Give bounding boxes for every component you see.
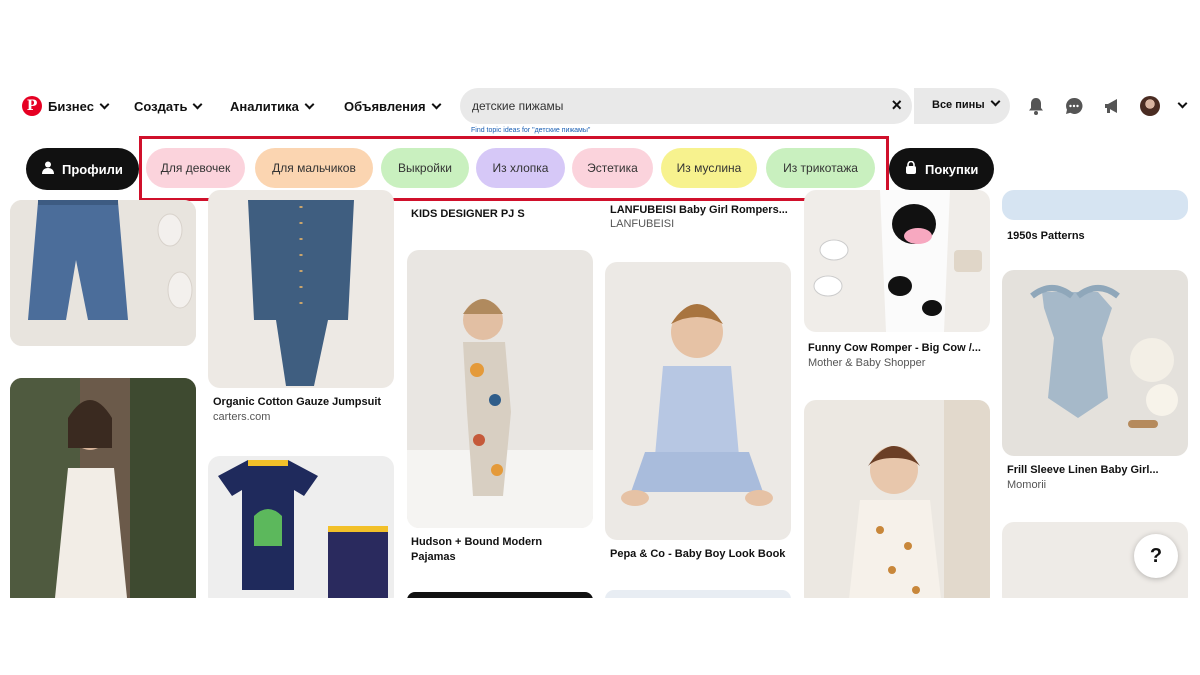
shopping-bag-icon (905, 160, 917, 177)
megaphone-icon[interactable] (1102, 96, 1122, 116)
nav-analytics-label: Аналитика (230, 99, 299, 114)
pin-partial[interactable] (605, 590, 791, 598)
jumpsuit-image (208, 190, 394, 388)
pin-pepa-co[interactable] (605, 262, 791, 540)
pin-cow-romper[interactable] (804, 190, 990, 332)
nav-create-label: Создать (134, 99, 188, 114)
chevron-down-icon (193, 99, 203, 110)
pin-dino-pajamas[interactable] (208, 456, 394, 598)
pin-title[interactable]: Pepa & Co - Baby Boy Look Book (610, 548, 785, 560)
nav-business-label: Бизнес (48, 99, 94, 114)
pin-partial[interactable] (407, 592, 593, 598)
pin-title[interactable]: Frill Sleeve Linen Baby Girl... (1007, 464, 1159, 476)
pin-source[interactable]: Momorii (1007, 479, 1046, 491)
profiles-button[interactable]: Профили (26, 148, 139, 190)
pin-title-line2[interactable]: Pajamas (411, 551, 456, 563)
avatar[interactable] (1140, 96, 1160, 116)
profiles-label: Профили (62, 161, 123, 177)
chevron-down-icon (990, 96, 1001, 107)
pin-title[interactable]: Organic Cotton Gauze Jumpsuit (213, 396, 381, 408)
pin-source[interactable]: LANFUBEISI (610, 218, 674, 230)
toddler-dress-image (804, 400, 990, 598)
chevron-down-icon[interactable] (1177, 98, 1188, 109)
slide-background: P Бизнес Создать Аналитика Объявления де… (0, 0, 1200, 675)
pin-title[interactable]: KIDS DESIGNER PJ S (411, 208, 525, 220)
girl-dress-image (10, 378, 196, 598)
shorts-image (10, 200, 196, 346)
frill-romper-image (1002, 270, 1188, 456)
pin-source[interactable]: Mother & Baby Shopper (808, 357, 925, 369)
pinterest-screenshot: P Бизнес Создать Аналитика Объявления де… (0, 80, 1200, 598)
search-scope-dropdown[interactable]: Все пины (914, 88, 1010, 124)
pin-title[interactable]: 1950s Patterns (1007, 230, 1085, 242)
pin-title[interactable]: Funny Cow Romper - Big Cow /... (808, 342, 981, 354)
nav-business[interactable]: Бизнес (48, 99, 110, 114)
kid-pajamas-image (407, 250, 593, 528)
pin-title[interactable]: LANFUBEISI Baby Girl Rompers... (610, 204, 788, 216)
pin-1950s-patterns[interactable] (1002, 190, 1188, 220)
chevron-down-icon (431, 99, 442, 110)
nav-analytics[interactable]: Аналитика (230, 99, 315, 114)
search-scope-label: Все пины (932, 99, 985, 111)
pin-toddler-dress[interactable] (804, 400, 990, 598)
pin-girl-dress[interactable] (10, 378, 196, 598)
shopping-label: Покупки (925, 161, 979, 177)
dino-pajamas-image (208, 456, 394, 598)
chevron-down-icon (304, 99, 315, 110)
bell-icon[interactable] (1026, 96, 1046, 116)
help-button[interactable]: ? (1134, 534, 1178, 578)
pinterest-logo-icon[interactable]: P (22, 96, 42, 116)
topic-ideas-link[interactable]: Find topic ideas for "детские пижамы" (471, 127, 590, 134)
pin-jumpsuit[interactable] (208, 190, 394, 388)
cow-romper-image (804, 190, 990, 332)
pin-title-line1[interactable]: Hudson + Bound Modern (411, 536, 542, 548)
boy-sitting-image (605, 262, 791, 540)
top-bar: P Бизнес Создать Аналитика Объявления де… (0, 80, 1200, 136)
clear-search-icon[interactable]: × (891, 96, 902, 114)
chat-icon[interactable] (1064, 96, 1084, 116)
pin-frill-romper[interactable] (1002, 270, 1188, 456)
pin-source[interactable]: carters.com (213, 411, 270, 423)
search-value: детские пижамы (472, 99, 564, 113)
chevron-down-icon (99, 99, 110, 110)
nav-create[interactable]: Создать (134, 99, 203, 114)
nav-ads-label: Объявления (344, 99, 426, 114)
person-icon (42, 161, 54, 177)
search-input[interactable]: детские пижамы × (460, 88, 912, 124)
nav-ads[interactable]: Объявления (344, 99, 442, 114)
pin-hudson-bound[interactable] (407, 250, 593, 528)
shopping-button[interactable]: Покупки (889, 148, 995, 190)
pin-shorts[interactable] (10, 200, 196, 346)
